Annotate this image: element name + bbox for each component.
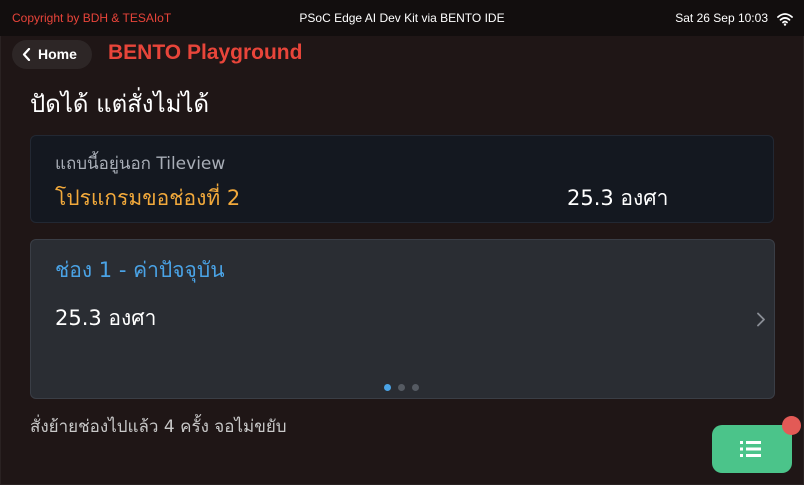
menu-fab-button[interactable]: [712, 425, 792, 473]
outside-card-note: แถบนี้อยู่นอก Tileview: [55, 154, 226, 174]
tile-value: 25.3 องศา: [55, 306, 157, 330]
move-count-status: สั่งย้ายช่องไปแล้ว 4 ครั้ง จอไม่ขยับ: [30, 417, 287, 437]
outside-tileview-card: แถบนี้อยู่นอก Tileview โปรแกรมขอช่องที่ …: [30, 135, 774, 223]
wifi-icon: [777, 13, 793, 26]
app-title: BENTO Playground: [108, 41, 303, 64]
program-request-label: โปรแกรมขอช่องที่ 2: [55, 186, 241, 210]
home-button-label: Home: [38, 46, 77, 62]
home-button[interactable]: Home: [12, 40, 92, 69]
outside-card-value: 25.3 องศา: [567, 186, 669, 210]
page-dot: [384, 384, 391, 391]
list-icon: [740, 441, 761, 457]
page-heading: ปัดได้ แต่สั่งไม่ได้: [30, 90, 210, 118]
page-dot: [398, 384, 405, 391]
chevron-left-icon: [22, 48, 31, 61]
tileview[interactable]: ช่อง 1 - ค่าปัจจุบัน 25.3 องศา: [30, 239, 775, 399]
notification-badge: [782, 416, 801, 435]
page-dot: [412, 384, 419, 391]
status-bar: Copyright by BDH & TESAIoT PSoC Edge AI …: [0, 0, 804, 36]
chevron-right-icon[interactable]: [756, 312, 766, 327]
tile-title: ช่อง 1 - ค่าปัจจุบัน: [55, 258, 225, 282]
datetime: Sat 26 Sep 10:03: [675, 11, 768, 25]
